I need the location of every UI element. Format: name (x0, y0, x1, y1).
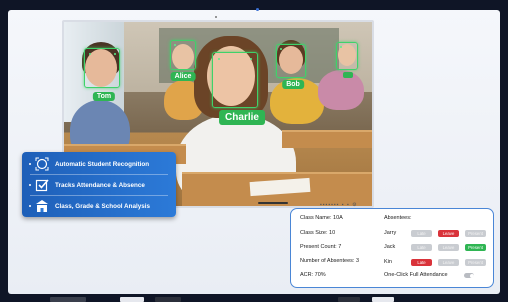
absentee-name: Jack (384, 244, 396, 250)
class-size-label: Class Size: (300, 230, 328, 236)
face-scan-icon (35, 157, 49, 171)
feature-label: Automatic Student Recognition (55, 160, 150, 168)
student-name-tag: Tom (92, 92, 116, 101)
thumbnail[interactable] (50, 297, 86, 302)
absentees-count-label: Number of Absentees: (300, 258, 355, 264)
feature-item: Automatic Student Recognition (22, 154, 176, 174)
full-attendance-label: One-Click Full Attendance (384, 272, 448, 278)
progress-pill[interactable] (258, 202, 288, 204)
leave-button[interactable]: Leave (438, 244, 459, 251)
present-button[interactable]: Present (465, 244, 486, 251)
late-button[interactable]: Late (411, 230, 432, 237)
thumbnail[interactable] (372, 297, 394, 302)
attendance-info-card: Class Name: 10A Class Size: 10 Present C… (290, 208, 494, 288)
present-button[interactable]: Present (465, 259, 486, 266)
decor-dot (215, 16, 217, 18)
thumbnail[interactable] (155, 297, 181, 302)
student-name-tag (343, 72, 353, 78)
landmark-dot (280, 48, 282, 50)
landmark-dot (114, 53, 116, 55)
acr-value: 70% (314, 272, 326, 278)
class-name-row: Class Name: 10A (300, 215, 343, 221)
feature-label: Tracks Attendance & Absence (55, 181, 145, 189)
landmark-dot (174, 44, 176, 46)
absentees-count-row: Number of Absentees: 3 (300, 258, 359, 264)
absentee-name: Kin (384, 259, 392, 265)
bullet-dot (29, 163, 31, 165)
absentee-name: Jarry (384, 230, 397, 236)
landmark-dot (250, 58, 252, 60)
student-name-tag: Alice (170, 72, 196, 81)
leave-button[interactable]: Leave (438, 259, 459, 266)
class-name-value: 10A (333, 215, 343, 221)
present-button[interactable]: Present (465, 230, 486, 237)
desk (282, 130, 372, 148)
late-button[interactable]: Late (411, 259, 432, 266)
class-name-label: Class Name: (300, 215, 332, 221)
acr-row: ACR: 70% (300, 272, 326, 278)
landmark-dot (89, 53, 91, 55)
page-indicator-dot (256, 8, 259, 11)
present-count-value: 7 (338, 244, 342, 250)
checkbox-icon (35, 178, 49, 192)
slide-controls: ▪▪▪▪▪▪▪ ▪ ▪ ⚙ (240, 202, 370, 208)
student-name-tag: Bob (282, 80, 304, 89)
student-name-tag: Charlie (219, 110, 265, 125)
landmark-dot (218, 58, 220, 60)
face-detection-box (212, 52, 258, 108)
feature-item: Tracks Attendance & Absence (22, 175, 176, 195)
student-body (318, 70, 364, 110)
present-count-label: Present Count: (300, 244, 337, 250)
school-icon (35, 199, 49, 213)
class-size-row: Class Size: 10 (300, 230, 335, 236)
thumbnail[interactable] (338, 297, 360, 302)
class-size-value: 10 (329, 230, 336, 236)
present-count-row: Present Count: 7 (300, 244, 341, 250)
absentees-count-value: 3 (355, 258, 360, 264)
feature-item: Class, Grade & School Analysis (22, 196, 176, 216)
landmark-dot (340, 46, 342, 48)
leave-button[interactable]: Leave (438, 230, 459, 237)
bullet-dot (29, 205, 31, 207)
thumbnail[interactable] (120, 297, 144, 302)
late-button[interactable]: Late (411, 244, 432, 251)
bullet-dot (29, 184, 31, 186)
toggle-knob (469, 273, 474, 278)
feature-label: Class, Grade & School Analysis (55, 202, 150, 210)
acr-label: ACR: (300, 272, 314, 278)
full-attendance-toggle[interactable] (464, 273, 474, 278)
feature-list-panel: Automatic Student Recognition Tracks Att… (22, 152, 176, 217)
absentees-title: Absentees: (384, 215, 412, 221)
